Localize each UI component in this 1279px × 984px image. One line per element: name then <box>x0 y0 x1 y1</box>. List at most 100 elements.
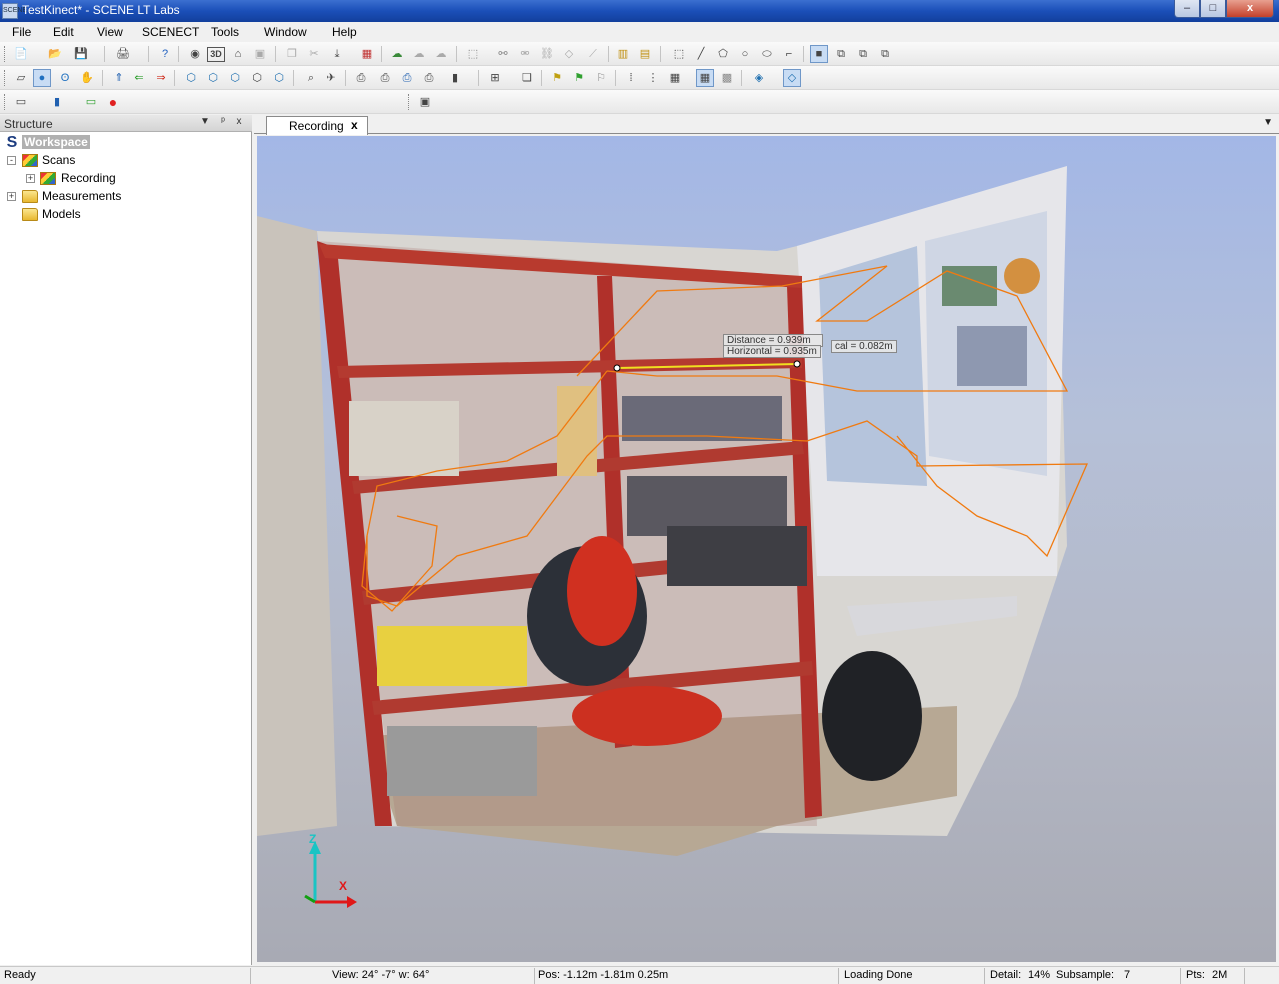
clip-box-icon[interactable]: ◇ <box>783 69 801 87</box>
walk-icon[interactable]: ʘ <box>56 69 74 87</box>
scan-icon[interactable]: ◉ <box>186 45 204 63</box>
tab-close-icon[interactable]: x <box>351 118 358 132</box>
save-icon[interactable]: 💾 <box>72 45 90 63</box>
polygon-icon[interactable]: ⬠ <box>714 45 732 63</box>
record-icon[interactable]: ● <box>104 93 122 111</box>
maximize-button[interactable]: □ <box>1200 0 1226 18</box>
minimize-button[interactable]: – <box>1174 0 1200 18</box>
window-icon[interactable]: ▣ <box>251 45 269 63</box>
expand-icon[interactable]: + <box>7 192 16 201</box>
cube-right-icon[interactable]: ⬡ <box>248 69 266 87</box>
export-icon[interactable]: ▭ <box>82 93 100 111</box>
line-icon[interactable]: ╱ <box>692 45 710 63</box>
camera-load-icon[interactable]: ⎙ <box>420 69 438 87</box>
tab-recording[interactable]: Recording x <box>266 116 368 135</box>
transform-icon[interactable]: ⬚ <box>464 45 482 63</box>
film-icon[interactable]: ▮ <box>48 93 66 111</box>
cube-top-icon[interactable]: ⬡ <box>270 69 288 87</box>
view-dual-icon[interactable]: ⧉ <box>832 45 850 63</box>
select-icon[interactable]: ▱ <box>12 69 30 87</box>
copy-icon[interactable]: ❐ <box>283 45 301 63</box>
density-1-icon[interactable]: ⁞ <box>622 69 640 87</box>
panel-dropdown-icon[interactable]: ▼ <box>198 116 212 127</box>
menu-edit[interactable]: Edit <box>53 25 74 39</box>
density-4-icon[interactable]: ▦ <box>696 69 714 87</box>
camera-icon[interactable]: ⎙ <box>352 69 370 87</box>
help-icon[interactable]: ? <box>156 45 174 63</box>
tree-item-recording[interactable]: + Recording <box>0 170 250 188</box>
cloud-icon[interactable]: ☁ <box>388 45 406 63</box>
menu-scenect[interactable]: SCENECT <box>142 25 199 39</box>
3d-view-icon[interactable]: 3D <box>207 47 225 62</box>
close-button[interactable]: x <box>1226 0 1274 18</box>
home-icon[interactable]: ⌂ <box>229 45 247 63</box>
scan-next-icon[interactable]: ⇒ <box>152 69 170 87</box>
layer-b-icon[interactable]: ▤ <box>636 45 654 63</box>
density-3-icon[interactable]: ▦ <box>666 69 684 87</box>
link-icon[interactable]: ⚯ <box>494 45 512 63</box>
menu-help[interactable]: Help <box>332 25 357 39</box>
tree-item-workspace[interactable]: S Workspace <box>0 134 250 152</box>
camera-list-icon[interactable]: ▮ <box>446 69 464 87</box>
box-icon[interactable]: ◈ <box>750 69 768 87</box>
view-quad-icon[interactable]: ⧉ <box>854 45 872 63</box>
panel-pin-icon[interactable]: ᵖ <box>216 116 230 127</box>
menu-view[interactable]: View <box>97 25 123 39</box>
ellipse-icon[interactable]: ⬭ <box>758 45 776 63</box>
expand-icon[interactable]: + <box>26 174 35 183</box>
import-icon[interactable]: ⤓ <box>328 45 346 63</box>
tree-item-scans[interactable]: - Scans <box>0 152 250 170</box>
cube-left-icon[interactable]: ⬡ <box>226 69 244 87</box>
menu-tools[interactable]: Tools <box>211 25 239 39</box>
open-icon[interactable]: 📂 <box>46 45 64 63</box>
hand-icon[interactable]: ✋ <box>78 69 96 87</box>
collapse-icon[interactable]: - <box>7 156 16 165</box>
grid-icon[interactable]: ⊞ <box>486 69 504 87</box>
panel-close-icon[interactable]: x <box>232 116 246 127</box>
unlink-icon[interactable]: ⚮ <box>516 45 534 63</box>
tree-item-measurements[interactable]: + Measurements <box>0 188 250 206</box>
density-2-icon[interactable]: ⋮ <box>644 69 662 87</box>
scan-forward-icon[interactable]: ⇑ <box>110 69 128 87</box>
toolbar-grip[interactable] <box>4 46 7 62</box>
density-5-icon[interactable]: ▩ <box>718 69 736 87</box>
toolbar-grip[interactable] <box>4 70 7 86</box>
print-icon[interactable]: 🖨 <box>114 45 132 63</box>
viewport-3d[interactable]: Z X Distance = 0.939m Horizontal = 0.935… <box>257 136 1276 962</box>
snapshot-icon[interactable]: ▣ <box>416 93 434 111</box>
corner-icon[interactable]: ⌐ <box>780 45 798 63</box>
chain-icon[interactable]: ⛓ <box>538 45 556 63</box>
rect-select-icon[interactable]: ⬚ <box>670 45 688 63</box>
layer-a-icon[interactable]: ▥ <box>614 45 632 63</box>
menu-window[interactable]: Window <box>264 25 307 39</box>
camera-move-icon[interactable]: ⎙ <box>376 69 394 87</box>
circle-icon[interactable]: ○ <box>736 45 754 63</box>
cloud-download-icon[interactable]: ☁ <box>432 45 450 63</box>
toolbar-grip[interactable] <box>4 94 7 110</box>
scan-back-icon[interactable]: ⇐ <box>130 69 148 87</box>
calendar-icon[interactable]: ▦ <box>358 45 376 63</box>
flag-remove-icon[interactable]: ⚐ <box>592 69 610 87</box>
menu-file[interactable]: File <box>12 25 31 39</box>
flag-green-icon[interactable]: ⚑ <box>570 69 588 87</box>
cube-back-icon[interactable]: ⬡ <box>204 69 222 87</box>
view-single-icon[interactable]: ■ <box>810 45 828 63</box>
tab-label: Recording <box>289 119 344 133</box>
cut-icon[interactable]: ✂ <box>305 45 323 63</box>
flag-icon[interactable]: ⚑ <box>548 69 566 87</box>
zoom-icon[interactable]: ⌕ <box>302 69 320 87</box>
layer-icon[interactable]: ❏ <box>518 69 536 87</box>
fly-icon[interactable]: ✈ <box>322 69 340 87</box>
globe-icon[interactable]: ● <box>33 69 51 87</box>
toolbar-grip[interactable] <box>408 94 411 110</box>
tab-list-icon[interactable]: ▼ <box>1263 117 1273 128</box>
new-icon[interactable]: 📄 <box>12 45 30 63</box>
measure-icon[interactable]: ◇ <box>560 45 578 63</box>
view-tile-icon[interactable]: ⧉ <box>876 45 894 63</box>
record-view-icon[interactable]: ▭ <box>12 93 30 111</box>
cube-front-icon[interactable]: ⬡ <box>182 69 200 87</box>
tree-item-models[interactable]: Models <box>0 206 250 224</box>
ruler-icon[interactable]: ⟋ <box>584 45 602 63</box>
camera-save-icon[interactable]: ⎙ <box>398 69 416 87</box>
cloud-upload-icon[interactable]: ☁ <box>410 45 428 63</box>
